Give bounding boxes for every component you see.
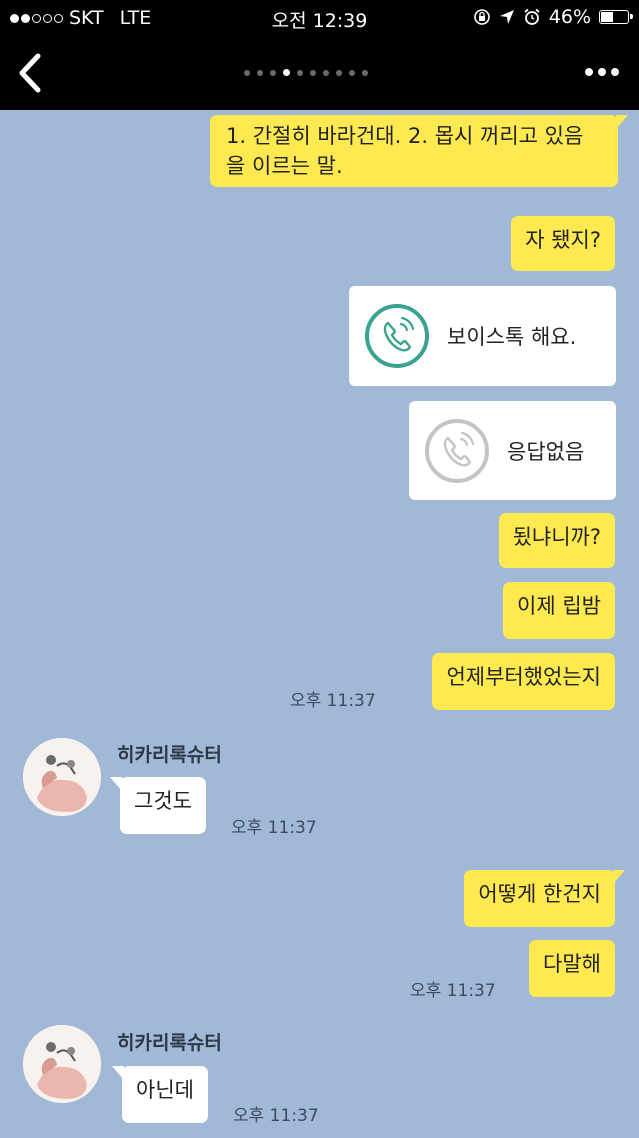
avatar-illustration-icon [23, 1025, 101, 1103]
message-bubble[interactable]: 그것도 [110, 777, 206, 834]
message-text: 어떻게 한건지 [478, 882, 601, 906]
location-arrow-icon [499, 10, 514, 24]
missed-call-card[interactable]: 응답없음 [409, 401, 616, 500]
message-bubble[interactable]: 아닌데 [112, 1066, 208, 1123]
voice-call-icon [365, 304, 429, 368]
message-time: 오후 11:37 [290, 691, 376, 711]
message-bubble[interactable]: 이제 립밤 [503, 582, 615, 639]
message-bubble[interactable]: 다말해 [529, 940, 615, 997]
alarm-icon [524, 8, 540, 25]
page-dot [323, 69, 329, 76]
status-bar: SKT LTE 오전 12:39 46% [0, 0, 639, 36]
message-text: 1. 간절히 바라건대. 2. 몹시 꺼리고 있음을 이르는 말. [226, 124, 584, 178]
message-bubble[interactable]: 됬냐니까? [498, 513, 615, 568]
page-dot [362, 69, 368, 76]
page-dot [297, 69, 303, 76]
message-text: 다말해 [543, 952, 601, 976]
voice-call-missed-icon [425, 418, 489, 483]
page-dot [349, 69, 355, 76]
sender-name: 히카리록슈터 [117, 1032, 222, 1054]
message-text: 이제 립밤 [517, 594, 601, 618]
sender-avatar[interactable] [23, 738, 101, 816]
message-text: 아닌데 [136, 1078, 194, 1102]
chat-header [0, 36, 639, 110]
message-time: 오후 11:37 [233, 1106, 319, 1126]
page-indicator [244, 69, 368, 76]
battery-percent: 46% [548, 6, 591, 28]
message-text: 자 됐지? [525, 228, 601, 252]
sender-name: 히카리록슈터 [117, 744, 222, 766]
status-right: 46% [473, 6, 633, 28]
call-card-label: 응답없음 [507, 439, 585, 464]
page-dot [283, 69, 290, 76]
page-dot [270, 69, 276, 76]
message-bubble[interactable]: 언제부터했었는지 [432, 653, 615, 710]
message-bubble[interactable]: 자 됐지? [511, 216, 615, 271]
battery-icon [599, 10, 633, 24]
page-dot [336, 69, 342, 76]
sender-avatar[interactable] [23, 1025, 101, 1103]
message-text: 언제부터했었는지 [446, 665, 601, 689]
call-card-label: 보이스톡 해요. [447, 325, 577, 349]
more-options-button[interactable] [585, 68, 619, 76]
message-text: 됬냐니까? [512, 525, 601, 549]
page-dot [257, 69, 263, 76]
message-bubble[interactable]: 1. 간절히 바라건대. 2. 몹시 꺼리고 있음을 이르는 말. [210, 115, 628, 187]
rotation-lock-icon [473, 9, 490, 25]
message-bubble[interactable]: 어떻게 한건지 [464, 870, 625, 927]
message-text: 그것도 [134, 789, 192, 813]
voice-talk-card[interactable]: 보이스톡 해요. [349, 286, 616, 386]
message-time: 오후 11:37 [410, 981, 496, 1001]
back-chevron-icon[interactable] [12, 52, 52, 94]
avatar-illustration-icon [23, 738, 101, 816]
page-dot [310, 69, 316, 76]
page-dot [244, 69, 250, 76]
message-time: 오후 11:37 [231, 818, 317, 838]
